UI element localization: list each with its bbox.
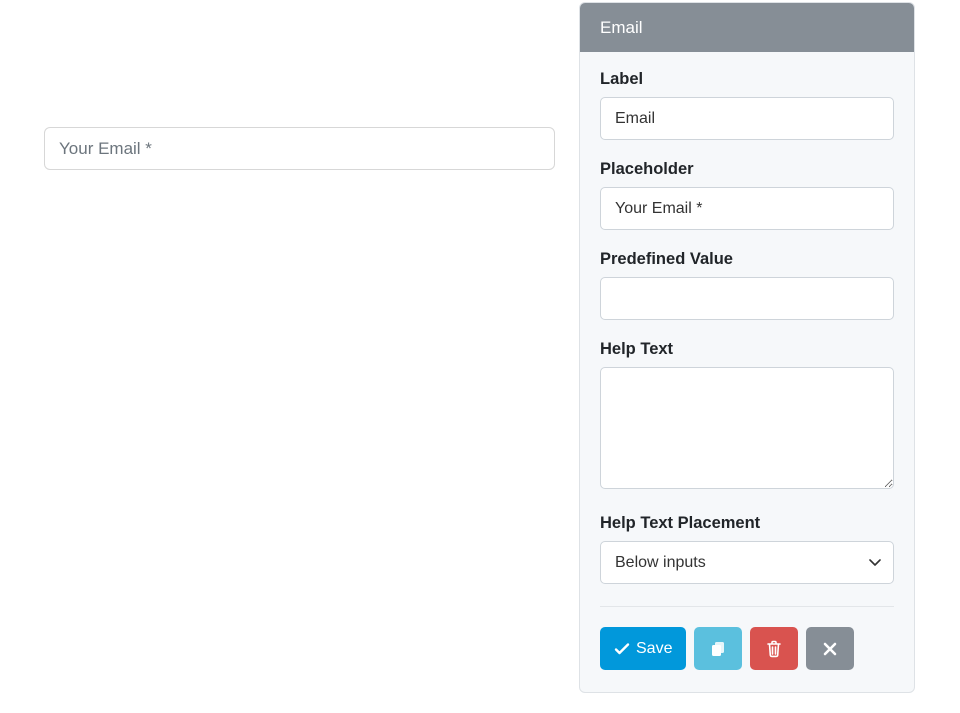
panel-title: Email [580,3,914,52]
email-preview-input[interactable] [44,127,555,170]
helptext-textarea[interactable] [600,367,894,489]
trash-icon [766,640,782,658]
copy-button[interactable] [694,627,742,670]
delete-button[interactable] [750,627,798,670]
predefined-input[interactable] [600,277,894,320]
action-buttons: Save [600,627,894,670]
helptext-field-label: Help Text [600,340,894,359]
placeholder-field-label: Placeholder [600,160,894,179]
predefined-field-label: Predefined Value [600,250,894,269]
label-input[interactable] [600,97,894,140]
label-field-label: Label [600,70,894,89]
check-icon [614,641,630,657]
copy-icon [709,640,727,658]
placeholder-input[interactable] [600,187,894,230]
label-group: Label [600,70,894,140]
helptext-placement-select[interactable]: Below inputs [600,541,894,584]
helptext-placement-label: Help Text Placement [600,514,894,533]
divider [600,606,894,607]
save-button[interactable]: Save [600,627,686,670]
predefined-group: Predefined Value [600,250,894,320]
panel-body: Label Placeholder Predefined Value Help … [580,52,914,692]
field-settings-panel: Email Label Placeholder Predefined Value… [579,2,915,693]
save-button-label: Save [636,640,672,658]
placeholder-group: Placeholder [600,160,894,230]
close-button[interactable] [806,627,854,670]
helptext-group: Help Text [600,340,894,494]
close-icon [823,642,837,656]
helptext-placement-group: Help Text Placement Below inputs [600,514,894,584]
